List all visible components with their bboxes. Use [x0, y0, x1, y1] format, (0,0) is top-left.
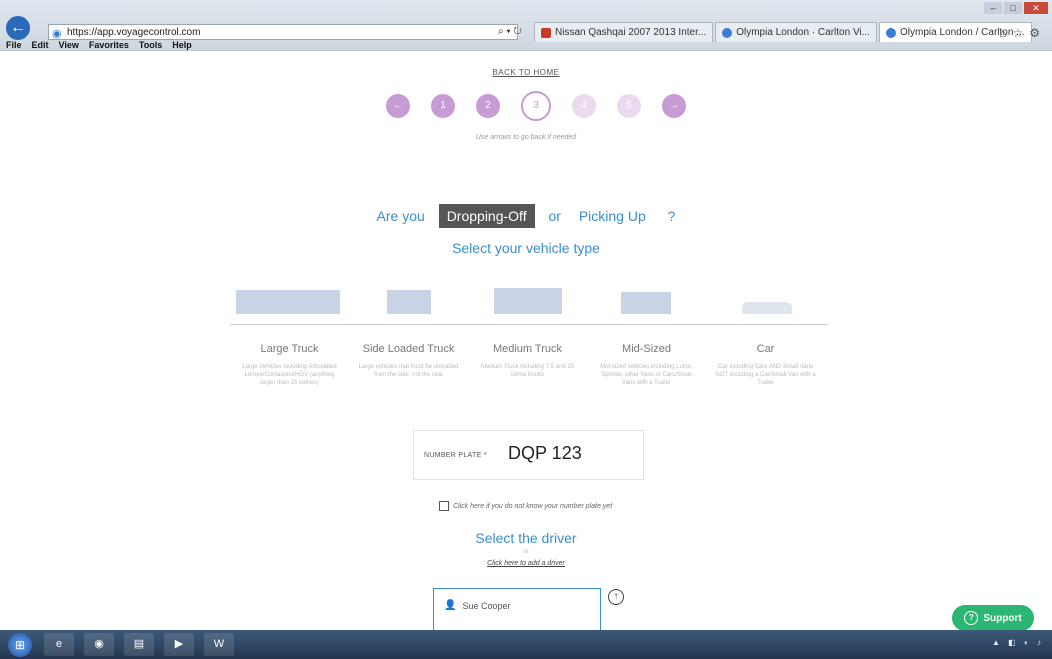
tab-nissan[interactable]: Nissan Qashqai 2007 2013 Inter...	[534, 22, 714, 42]
address-bar[interactable]: ◉ https://app.voyagecontrol.com	[48, 24, 518, 40]
ie-icon	[722, 27, 733, 38]
driver-option[interactable]: 👤 Sue Cooper	[444, 600, 511, 611]
word-taskbar-icon[interactable]: W	[204, 633, 234, 656]
maximize-icon[interactable]: □	[1004, 2, 1022, 14]
search-refresh-icon[interactable]: ⌕ ▾ ↻	[498, 26, 522, 37]
window-controls: – □ ✕	[984, 2, 1048, 14]
add-driver-link[interactable]: Click here to add a driver	[0, 560, 1052, 567]
number-plate-input[interactable]: DQP 123	[508, 443, 582, 464]
driver-or: or	[523, 549, 529, 555]
address-text: https://app.voyagecontrol.com	[67, 27, 201, 38]
close-icon[interactable]: ✕	[1024, 2, 1048, 14]
dropping-off-toggle[interactable]: Dropping-Off	[438, 204, 535, 228]
system-tray-icons[interactable]: ▲ ◧ ◐ ♪	[992, 638, 1044, 647]
vehicle-desc: Mid-sized vehicles including Luton, Spri…	[600, 364, 693, 386]
start-button-icon[interactable]: ⊞	[8, 633, 32, 657]
vehicle-name: Side Loaded Truck	[362, 343, 455, 355]
step-2[interactable]: 2	[476, 94, 500, 118]
nissan-icon	[541, 27, 551, 38]
step-1[interactable]: 1	[431, 94, 455, 118]
vehicle-large-truck[interactable]	[230, 280, 349, 320]
windows-taskbar: ⊞ e ◉ ▤ ▶ W ▲ ◧ ◐ ♪	[0, 630, 1052, 659]
menu-edit[interactable]: Edit	[32, 40, 49, 52]
question-icon: ?	[964, 611, 979, 625]
question-prefix: Are you	[376, 208, 425, 224]
menu-tools[interactable]: Tools	[139, 40, 162, 52]
driver-heading: Select the driver	[475, 530, 577, 546]
vehicle-name: Mid-Sized	[622, 343, 671, 355]
step-hint: Use arrows to go back if needed	[475, 134, 577, 141]
picking-up-toggle[interactable]: Picking Up	[579, 208, 646, 224]
unknown-plate-option[interactable]: Click here if you do not know your numbe…	[439, 501, 612, 511]
back-to-home-link[interactable]: BACK TO HOME	[0, 68, 1052, 77]
media-taskbar-icon[interactable]: ▶	[164, 633, 194, 656]
vehicle-type-heading: Select your vehicle type	[452, 240, 600, 256]
question-or: or	[548, 208, 561, 224]
home-star-gear-icons[interactable]: ⌂☆⚙	[999, 26, 1046, 40]
ie-icon	[886, 27, 896, 38]
number-plate-label: NUMBER PLATE *	[424, 452, 487, 459]
unknown-plate-checkbox[interactable]	[439, 501, 449, 511]
menu-help[interactable]: Help	[172, 40, 192, 52]
tab-strip: Nissan Qashqai 2007 2013 Inter... Olympi…	[534, 22, 1032, 42]
vehicle-name: Car	[756, 343, 775, 355]
large-truck-icon	[230, 280, 349, 320]
person-icon: 👤	[444, 600, 457, 611]
explorer-taskbar-icon[interactable]: ▤	[124, 633, 154, 656]
ie-taskbar-icon[interactable]: e	[44, 633, 74, 656]
menu-favorites[interactable]: Favorites	[89, 40, 129, 52]
vehicle-mid-sized[interactable]	[587, 280, 706, 320]
step-prev-button[interactable]: ←	[386, 94, 410, 118]
direction-question: Are you Dropping-Off or Picking Up ?	[0, 204, 1052, 228]
vehicle-name: Medium Truck	[492, 343, 563, 355]
medium-truck-icon	[468, 280, 587, 320]
minimize-icon[interactable]: –	[984, 2, 1002, 14]
vehicle-name: Large Truck	[260, 343, 319, 355]
vehicle-desc: Car including Cars AND Small Vans NOT in…	[715, 364, 816, 386]
menu-file[interactable]: File	[6, 40, 22, 52]
driver-list: 👤 Sue Cooper	[433, 588, 601, 632]
side-loaded-truck-icon	[349, 280, 468, 320]
unknown-plate-label: Click here if you do not know your numbe…	[453, 502, 613, 510]
step-3-current: 3	[521, 91, 551, 121]
question-suffix: ?	[667, 208, 676, 224]
vehicle-medium-truck[interactable]	[468, 280, 587, 320]
vehicle-desc: Large Vehicles including Articulated Lor…	[242, 364, 337, 386]
vehicle-side-loaded-truck[interactable]	[349, 280, 468, 320]
browser-chrome: ← ◉ https://app.voyagecontrol.com ⌕ ▾ ↻ …	[0, 0, 1052, 51]
browser-back-icon[interactable]: ←	[6, 16, 30, 40]
step-4: 4	[572, 94, 596, 118]
tab-olympia-1[interactable]: Olympia London · Carlton Vi...	[715, 22, 877, 42]
booking-page: BACK TO HOME ← 1 2 3 4 5 → Use arrows to…	[0, 52, 1052, 632]
scroll-up-icon[interactable]: ↑	[608, 589, 624, 605]
vehicle-desc: Medium Truck including 7.5 and 15 tonne …	[480, 364, 575, 378]
car-icon	[706, 280, 825, 320]
mid-sized-van-icon	[587, 280, 706, 320]
vehicle-type-selector: Large Truck Large Vehicles including Arti…	[230, 280, 828, 387]
chrome-taskbar-icon[interactable]: ◉	[84, 633, 114, 656]
step-5: 5	[617, 94, 641, 118]
step-next-button[interactable]: →	[662, 94, 686, 118]
menu-bar: File Edit View Favorites Tools Help	[0, 40, 192, 52]
number-plate-field[interactable]: NUMBER PLATE * DQP 123	[413, 430, 644, 480]
step-indicator: ← 1 2 3 4 5 →	[386, 91, 686, 121]
support-button[interactable]: ? Support	[952, 605, 1034, 631]
driver-name: Sue Cooper	[462, 600, 511, 611]
menu-view[interactable]: View	[59, 40, 79, 52]
vehicle-car[interactable]	[706, 280, 825, 320]
support-label: Support	[983, 612, 1022, 624]
vehicle-desc: Large vehicles that must be unloaded fro…	[358, 364, 459, 378]
